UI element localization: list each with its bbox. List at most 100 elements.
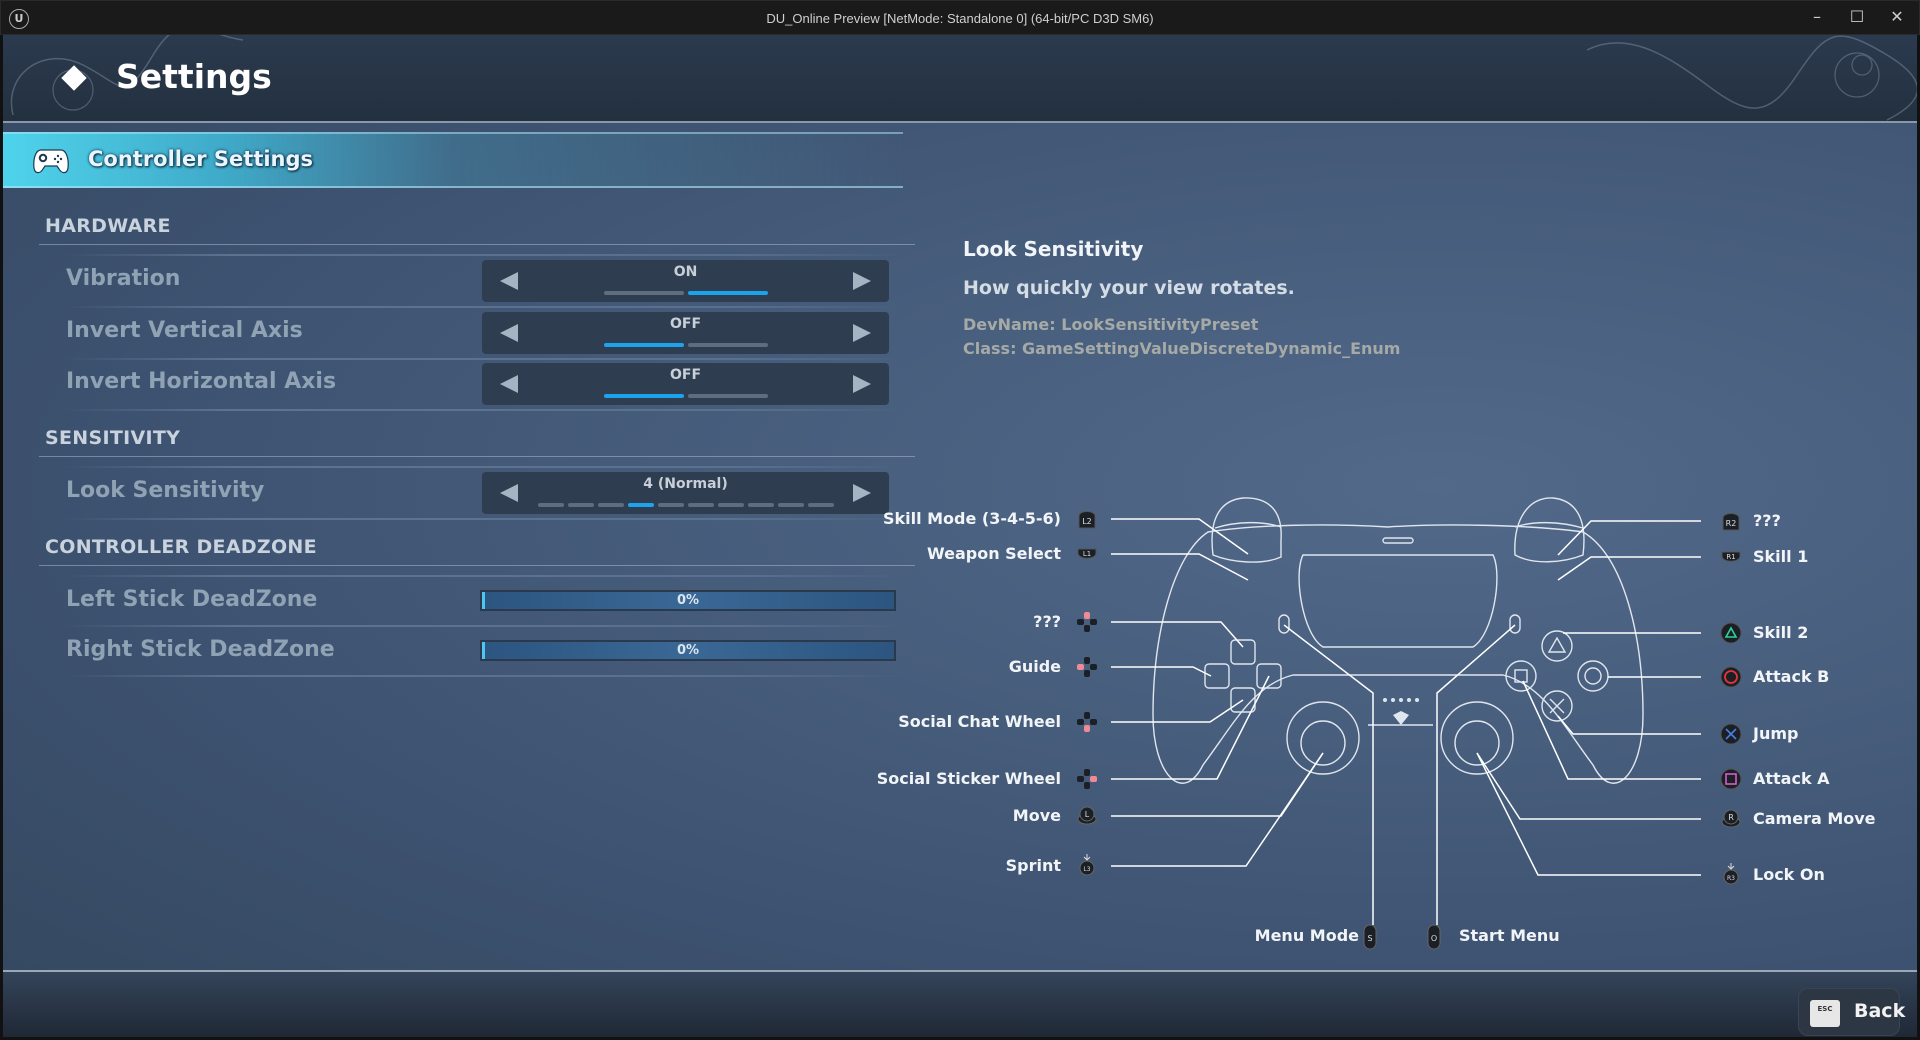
divider [63, 254, 903, 256]
l3-button-icon: L3 [1079, 854, 1095, 876]
divider [63, 625, 903, 627]
map-label-menu-mode: Menu Mode [1254, 926, 1359, 945]
option-pip [537, 503, 564, 507]
arrow-right-icon[interactable] [853, 324, 871, 342]
invert-vertical-selector[interactable]: OFF [482, 312, 889, 354]
right-deadzone-label: Right Stick DeadZone [66, 637, 335, 662]
map-label-dpad-up: ??? [1033, 612, 1061, 631]
map-label-attack-b: Attack B [1753, 667, 1830, 686]
map-label-skill-2: Skill 2 [1753, 623, 1809, 642]
svg-text:O: O [1431, 934, 1437, 943]
vibration-selector[interactable]: ON [482, 260, 889, 302]
square-button-icon [1720, 768, 1742, 790]
l2-button-icon: L2 [1078, 511, 1096, 529]
dpad-left-icon [1077, 657, 1097, 677]
option-pip [807, 503, 834, 507]
svg-text:R1: R1 [1726, 553, 1735, 561]
map-label-guide: Guide [1008, 657, 1061, 676]
arrow-right-icon[interactable] [853, 375, 871, 393]
page-title: Settings [116, 57, 272, 96]
header-bar: Settings [3, 35, 1917, 123]
callout-lines [1111, 518, 1701, 925]
option-pip [687, 503, 714, 507]
vibration-value: ON [673, 264, 698, 280]
map-label-weapon-select: Weapon Select [927, 544, 1061, 563]
option-pips [482, 503, 889, 507]
description-devname: DevName: LookSensitivityPreset [963, 315, 1259, 334]
divider [39, 456, 915, 457]
map-label-start-menu: Start Menu [1459, 926, 1560, 945]
svg-text:R2: R2 [1726, 519, 1737, 528]
divider [39, 244, 915, 245]
dpad-up-icon [1077, 612, 1097, 632]
option-pip [687, 343, 768, 347]
map-label-r2: ??? [1753, 511, 1781, 530]
option-pips [482, 394, 889, 398]
tab-label: Controller Settings [88, 147, 314, 171]
map-label-camera-move: Camera Move [1753, 809, 1876, 828]
minimize-button[interactable]: – [1797, 5, 1837, 29]
left-deadzone-value: 0% [676, 593, 700, 608]
divider [63, 306, 903, 308]
option-pip [657, 503, 684, 507]
cross-button-icon [1720, 723, 1742, 745]
description-title: Look Sensitivity [963, 237, 1144, 261]
arrow-right-icon[interactable] [853, 484, 871, 502]
option-pips [482, 291, 889, 295]
dpad-down-icon [1077, 712, 1097, 732]
divider [39, 565, 915, 566]
vibration-label: Vibration [66, 266, 181, 291]
svg-text:L2: L2 [1082, 517, 1092, 526]
map-label-jump: Jump [1753, 724, 1799, 743]
esc-key-icon: ESC [1810, 1000, 1840, 1027]
svg-text:R3: R3 [1727, 875, 1735, 882]
divider [63, 466, 903, 468]
tab-controller-settings[interactable]: Controller Settings [3, 132, 903, 188]
options-button-icon: O [1427, 924, 1441, 950]
look-sensitivity-selector[interactable]: 4 (Normal) [482, 472, 889, 514]
r3-button-icon: R3 [1723, 863, 1739, 885]
maximize-button[interactable]: ☐ [1837, 5, 1877, 29]
map-label-social-sticker-wheel: Social Sticker Wheel [876, 769, 1061, 788]
description-text: How quickly your view rotates. [963, 277, 1295, 299]
window-titlebar: U DU_Online Preview [NetMode: Standalone… [0, 0, 1920, 35]
settings-screen: Settings Controller Settings HARDWARE Vi… [3, 35, 1917, 1037]
map-label-skill-mode: Skill Mode (3-4-5-6) [882, 509, 1061, 528]
divider [63, 575, 903, 577]
divider [63, 409, 903, 411]
map-label-skill-1: Skill 1 [1753, 547, 1809, 566]
option-pip [747, 503, 774, 507]
right-stick-icon: R [1721, 809, 1741, 828]
description-class: Class: GameSettingValueDiscreteDynamic_E… [963, 339, 1401, 358]
svg-text:L: L [1085, 810, 1090, 819]
divider [63, 358, 903, 360]
option-pip [597, 503, 624, 507]
section-sensitivity: SENSITIVITY [45, 427, 181, 449]
divider [63, 675, 903, 677]
close-button[interactable]: ✕ [1877, 5, 1917, 29]
ornament-right-icon [1587, 35, 1917, 121]
circle-button-icon [1720, 666, 1742, 688]
divider [63, 518, 903, 520]
look-sensitivity-value: 4 (Normal) [643, 476, 728, 492]
option-pip [627, 503, 654, 507]
option-pip [717, 503, 744, 507]
arrow-right-icon[interactable] [853, 272, 871, 290]
invert-horizontal-label: Invert Horizontal Axis [66, 369, 337, 394]
left-stick-icon: L [1077, 806, 1097, 825]
back-button[interactable]: ESC Back [1798, 988, 1905, 1036]
back-label: Back [1854, 1000, 1906, 1022]
section-deadzone: CONTROLLER DEADZONE [45, 536, 317, 558]
option-pip [567, 503, 594, 507]
l1-button-icon: L1 [1077, 548, 1097, 559]
svg-text:S: S [1367, 934, 1372, 943]
controller-outline [1152, 497, 1644, 784]
invert-horizontal-selector[interactable]: OFF [482, 363, 889, 405]
r1-button-icon: R1 [1721, 551, 1741, 562]
svg-text:L3: L3 [1083, 866, 1090, 873]
map-label-sprint: Sprint [1005, 856, 1061, 875]
left-deadzone-slider[interactable]: 0% [480, 590, 896, 611]
invert-horizontal-value: OFF [669, 367, 702, 383]
look-sensitivity-label: Look Sensitivity [66, 478, 265, 503]
right-deadzone-value: 0% [676, 643, 700, 658]
